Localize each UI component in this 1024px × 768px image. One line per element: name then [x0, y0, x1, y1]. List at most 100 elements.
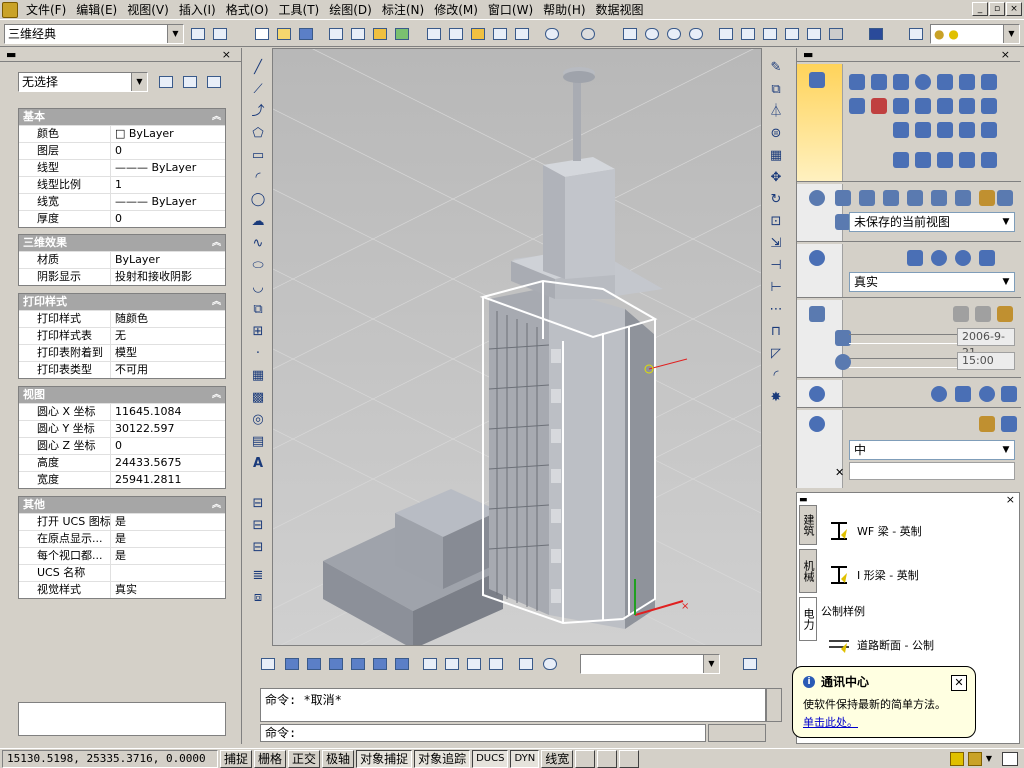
save-file-icon[interactable] [296, 24, 316, 44]
chevron-down-icon[interactable]: ▼ [986, 754, 992, 763]
property-row[interactable]: 视觉样式 真实 [19, 581, 225, 598]
style-manager-icon[interactable] [979, 250, 995, 266]
insert-block-icon[interactable]: ⧉ [250, 302, 266, 318]
menu-format[interactable]: 格式(O) [221, 1, 274, 18]
workspace-combo[interactable]: 三维经典 ▼ [4, 24, 184, 44]
copy-icon[interactable] [446, 24, 466, 44]
property-row[interactable]: 线宽 ——— ByLayer [19, 193, 225, 210]
menu-view[interactable]: 视图(V) [122, 1, 174, 18]
camera-icon[interactable] [516, 654, 536, 674]
palette-menu-icon[interactable]: ▬ [6, 48, 16, 61]
dyn-toggle[interactable]: DYN [510, 749, 540, 768]
property-row[interactable]: UCS 名称 [19, 564, 225, 581]
parallel-icon[interactable] [997, 190, 1013, 206]
mirror-icon[interactable]: ⏃ [768, 104, 784, 120]
model-layout-icon[interactable] [575, 749, 596, 768]
osnap-toggle[interactable]: 对象捕捉 [356, 749, 413, 768]
make-block-icon[interactable]: ⊞ [250, 324, 266, 340]
close-icon[interactable]: × [1006, 493, 1015, 506]
time-field[interactable]: 15:00 [957, 352, 1015, 370]
palette-menu-icon[interactable]: ▬ [803, 48, 813, 61]
property-value[interactable] [111, 565, 225, 581]
close-icon[interactable]: × [222, 48, 231, 61]
chevron-up-icon[interactable]: ︽ [212, 109, 221, 125]
circle-icon[interactable]: ◯ [250, 192, 266, 208]
copy-object-icon[interactable]: ⧉ [768, 82, 784, 98]
property-row[interactable]: 高度 24433.5675 [19, 454, 225, 471]
property-value[interactable]: 真实 [111, 582, 225, 598]
chevron-up-icon[interactable]: ︽ [212, 497, 221, 513]
date-slider[interactable] [849, 334, 957, 344]
continuous-orbit-icon[interactable] [907, 190, 923, 206]
property-value[interactable]: 0 [111, 211, 225, 227]
explode-icon[interactable]: ✸ [768, 390, 784, 406]
layer-combo[interactable]: ● ● ▼ [930, 24, 1020, 44]
perspective-icon[interactable] [979, 190, 995, 206]
sun-properties-icon[interactable] [997, 306, 1013, 322]
property-value[interactable]: ByLayer [111, 252, 225, 268]
tool-palettes-icon[interactable] [760, 24, 780, 44]
3d-rotate-icon[interactable] [915, 152, 931, 168]
orbit-3d-icon[interactable] [883, 190, 899, 206]
property-value[interactable]: 随颜色 [111, 311, 225, 327]
menu-data-view[interactable]: 数据视图 [591, 1, 649, 18]
polar-toggle[interactable]: 极轴 [322, 749, 355, 768]
block-editor-icon[interactable] [512, 24, 532, 44]
pyramid-icon[interactable] [981, 74, 997, 90]
lineweight-toggle[interactable]: 线宽 [541, 749, 574, 768]
tab-electrical[interactable]: 电力 [799, 597, 817, 641]
rectangle-icon[interactable]: ▭ [250, 148, 266, 164]
conceptual-icon[interactable] [931, 250, 947, 266]
gradient-icon[interactable]: ▩ [250, 390, 266, 406]
revolve-icon[interactable] [871, 98, 887, 114]
tool-item-i-beam[interactable]: I 形梁 - 英制 [827, 563, 919, 587]
chevron-down-icon[interactable]: ▼ [998, 273, 1014, 291]
section-header[interactable]: 其他 ︽ [19, 497, 225, 513]
right-view-icon[interactable] [348, 654, 368, 674]
property-value[interactable]: 是 [111, 548, 225, 564]
menu-file[interactable]: 文件(F) [21, 1, 71, 18]
3d-move-icon[interactable] [893, 152, 909, 168]
save-workspace-icon[interactable] [210, 24, 230, 44]
undo-icon[interactable] [542, 24, 562, 44]
render-settings-icon[interactable] [1001, 416, 1017, 432]
box-icon[interactable] [849, 74, 865, 90]
chevron-up-icon[interactable]: ︽ [212, 235, 221, 251]
paste-icon[interactable] [468, 24, 488, 44]
zoom-realtime-icon[interactable] [642, 24, 662, 44]
balloon-link[interactable]: 单击此处。 [803, 714, 965, 730]
property-row[interactable]: 材质 ByLayer [19, 251, 225, 268]
property-value[interactable]: 1 [111, 177, 225, 193]
point-icon[interactable]: · [250, 346, 266, 362]
property-row[interactable]: 图层 0 [19, 142, 225, 159]
plot-icon[interactable] [326, 24, 346, 44]
menu-window[interactable]: 窗口(W) [483, 1, 538, 18]
orbit-icon[interactable] [540, 654, 560, 674]
view-combo[interactable]: ▼ [580, 654, 720, 674]
menu-edit[interactable]: 编辑(E) [71, 1, 122, 18]
palette-menu-icon[interactable]: ▬ [799, 495, 817, 505]
erase-icon[interactable]: ✎ [768, 60, 784, 76]
etransmit-icon[interactable] [392, 24, 412, 44]
3d-array-icon[interactable] [959, 152, 975, 168]
property-row[interactable]: 打印样式表无 [19, 327, 225, 344]
union-icon[interactable] [937, 98, 953, 114]
cylinder-icon[interactable] [937, 74, 953, 90]
chevron-down-icon[interactable]: ▼ [998, 213, 1014, 231]
default-light-icon[interactable] [975, 306, 991, 322]
fillet-icon[interactable]: ◜ [768, 368, 784, 384]
property-value[interactable]: 模型 [111, 345, 225, 361]
property-row[interactable]: 在原点显示... 是 [19, 530, 225, 547]
close-icon[interactable]: × [1001, 48, 1010, 61]
property-row[interactable]: 打开 UCS 图标是 [19, 513, 225, 530]
publish-icon[interactable] [370, 24, 390, 44]
property-value[interactable]: 11645.1084 [111, 404, 225, 420]
material-mapping-icon[interactable] [955, 386, 971, 402]
slice-icon[interactable] [893, 122, 909, 138]
3d-make-icon[interactable] [809, 72, 825, 88]
open-file-icon[interactable] [274, 24, 294, 44]
sheet-set-icon[interactable] [782, 24, 802, 44]
section-header[interactable]: 视图 ︽ [19, 387, 225, 403]
zoom-3d-icon[interactable] [859, 190, 875, 206]
offset-icon[interactable]: ⊜ [768, 126, 784, 142]
